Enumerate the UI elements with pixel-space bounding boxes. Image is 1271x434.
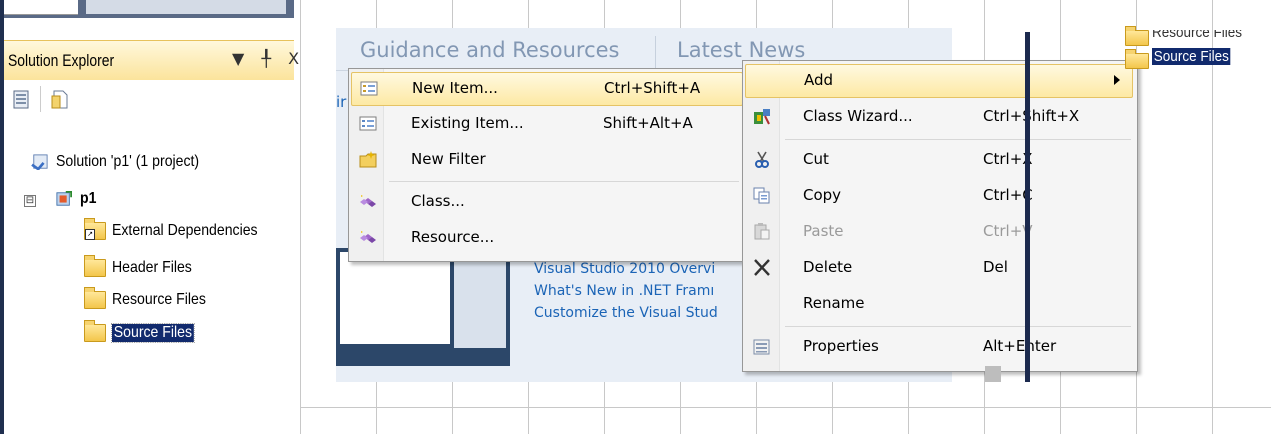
tree-solution-node[interactable]: Solution 'p1' (1 project) [30, 149, 219, 175]
menu-item-properties[interactable]: Properties Alt+Enter [745, 331, 1131, 363]
context-menu: Add Class Wizard... Ctrl+Shift+X Cut Ctr… [742, 60, 1138, 372]
panel-title: Solution Explorer [8, 51, 115, 70]
folder-icon [1125, 49, 1149, 69]
link-whats-new-net[interactable]: What's New in .NET Framı [534, 283, 714, 299]
copy-icon [753, 187, 770, 204]
folder-icon [84, 255, 106, 277]
menu-item-label: Delete [803, 258, 853, 276]
menu-item-copy[interactable]: Copy Ctrl+C [745, 180, 1131, 212]
menu-item-label: New Filter [411, 150, 486, 168]
tree-item-source-files[interactable]: Source Files [84, 320, 205, 346]
tree-solution-label: Solution 'p1' (1 project) [56, 153, 200, 170]
menu-item-existing-item[interactable]: Existing Item... Shift+Alt+A [351, 108, 741, 140]
folder-icon [84, 320, 106, 342]
toolbar-separator [40, 86, 41, 112]
scissors-icon [755, 151, 769, 168]
class-icon [360, 195, 376, 207]
tree-item-label: Resource Files [112, 291, 206, 308]
menu-item-label: New Item... [412, 79, 498, 97]
folder-icon [1125, 26, 1149, 46]
thumbnail-screen [340, 252, 450, 344]
existing-item-icon [359, 116, 377, 131]
tree-item-label: External Dependencies [112, 222, 258, 239]
project-icon [56, 191, 72, 206]
solution-explorer-toolbar [4, 80, 294, 124]
panel-border [1025, 32, 1030, 382]
thumbnail-panel [454, 254, 506, 348]
menu-item-label: Existing Item... [411, 114, 524, 132]
link-customize-vs[interactable]: Customize the Visual Stud [534, 305, 718, 321]
menu-item-class[interactable]: Class... [351, 186, 741, 218]
top-input-field[interactable] [4, 0, 78, 15]
menu-item-new-filter[interactable]: New Filter [351, 144, 741, 176]
tab-separator [655, 36, 656, 68]
solution-icon [31, 154, 48, 170]
menu-item-label: Rename [803, 294, 865, 312]
new-item-icon [360, 81, 378, 96]
menu-item-new-item[interactable]: New Item... Ctrl+Shift+A [351, 72, 743, 106]
tree-item-label: Header Files [112, 259, 192, 276]
menu-item-resource[interactable]: Resource... [351, 222, 741, 254]
menu-item-rename[interactable]: Rename [745, 288, 1131, 320]
menu-item-cut[interactable]: Cut Ctrl+X [745, 144, 1131, 176]
link-vs-overview[interactable]: Visual Studio 2010 Overvi [534, 261, 715, 277]
tree-item-label-selected: Source Files [111, 323, 195, 343]
menu-item-shortcut: Del [983, 258, 1008, 276]
tree-expander[interactable]: ⊟ [24, 195, 36, 207]
menu-item-paste[interactable]: Paste Ctrl+V [745, 216, 1131, 248]
submenu-arrow-icon [1114, 75, 1120, 85]
menu-item-label: Class Wizard... [803, 107, 913, 125]
panel-window-controls[interactable]: ▼ ╀ X [232, 49, 305, 68]
new-filter-folder-icon [359, 151, 377, 168]
dependencies-icon: ↗ [84, 218, 106, 240]
menu-separator [785, 139, 1131, 140]
right-tree-item-source-files[interactable]: Source Files [1152, 48, 1231, 65]
menu-item-shortcut: Ctrl+Shift+A [604, 79, 701, 97]
menu-item-label: Class... [411, 192, 465, 210]
top-toolbar-strip [4, 0, 294, 18]
scroll-corner [985, 366, 1001, 382]
menu-item-label: Resource... [411, 228, 495, 246]
menu-item-label: Copy [803, 186, 842, 204]
menu-separator [389, 181, 739, 182]
menu-item-shortcut: Shift+Alt+A [603, 114, 693, 132]
tab-guidance-and-resources[interactable]: Guidance and Resources [360, 38, 620, 62]
tree-item-header-files[interactable]: Header Files [84, 255, 203, 281]
add-submenu: New Item... Ctrl+Shift+A Existing Item..… [348, 68, 746, 262]
properties-icon [753, 339, 770, 355]
top-toolbar [86, 0, 286, 14]
partial-link[interactable]: ir [336, 93, 346, 111]
delete-x-icon [754, 259, 770, 276]
menu-separator [785, 326, 1131, 327]
tree-project-node[interactable]: p1 [54, 186, 99, 212]
video-thumbnail[interactable] [336, 248, 510, 366]
properties-toolbar-icon[interactable] [12, 88, 32, 110]
tree-item-external-dependencies[interactable]: ↗ External Dependencies [84, 218, 277, 244]
menu-item-label: Add [804, 71, 834, 89]
tab-latest-news[interactable]: Latest News [677, 38, 805, 62]
menu-item-label: Cut [803, 150, 829, 168]
paste-icon [754, 223, 770, 240]
show-all-files-icon[interactable] [50, 88, 70, 110]
folder-icon [84, 287, 106, 309]
menu-item-add[interactable]: Add [745, 64, 1133, 98]
menu-item-shortcut: Alt+Enter [983, 337, 1057, 355]
menu-item-delete[interactable]: Delete Del [745, 252, 1131, 284]
class-wizard-icon [754, 109, 770, 125]
menu-item-label: Paste [803, 222, 844, 240]
tree-project-label: p1 [80, 190, 97, 207]
menu-item-label: Properties [803, 337, 879, 355]
menu-item-shortcut: Ctrl+Shift+X [983, 107, 1080, 125]
menu-item-class-wizard[interactable]: Class Wizard... Ctrl+Shift+X [745, 101, 1131, 133]
tree-item-resource-files[interactable]: Resource Files [84, 287, 219, 313]
resource-icon [360, 231, 376, 243]
